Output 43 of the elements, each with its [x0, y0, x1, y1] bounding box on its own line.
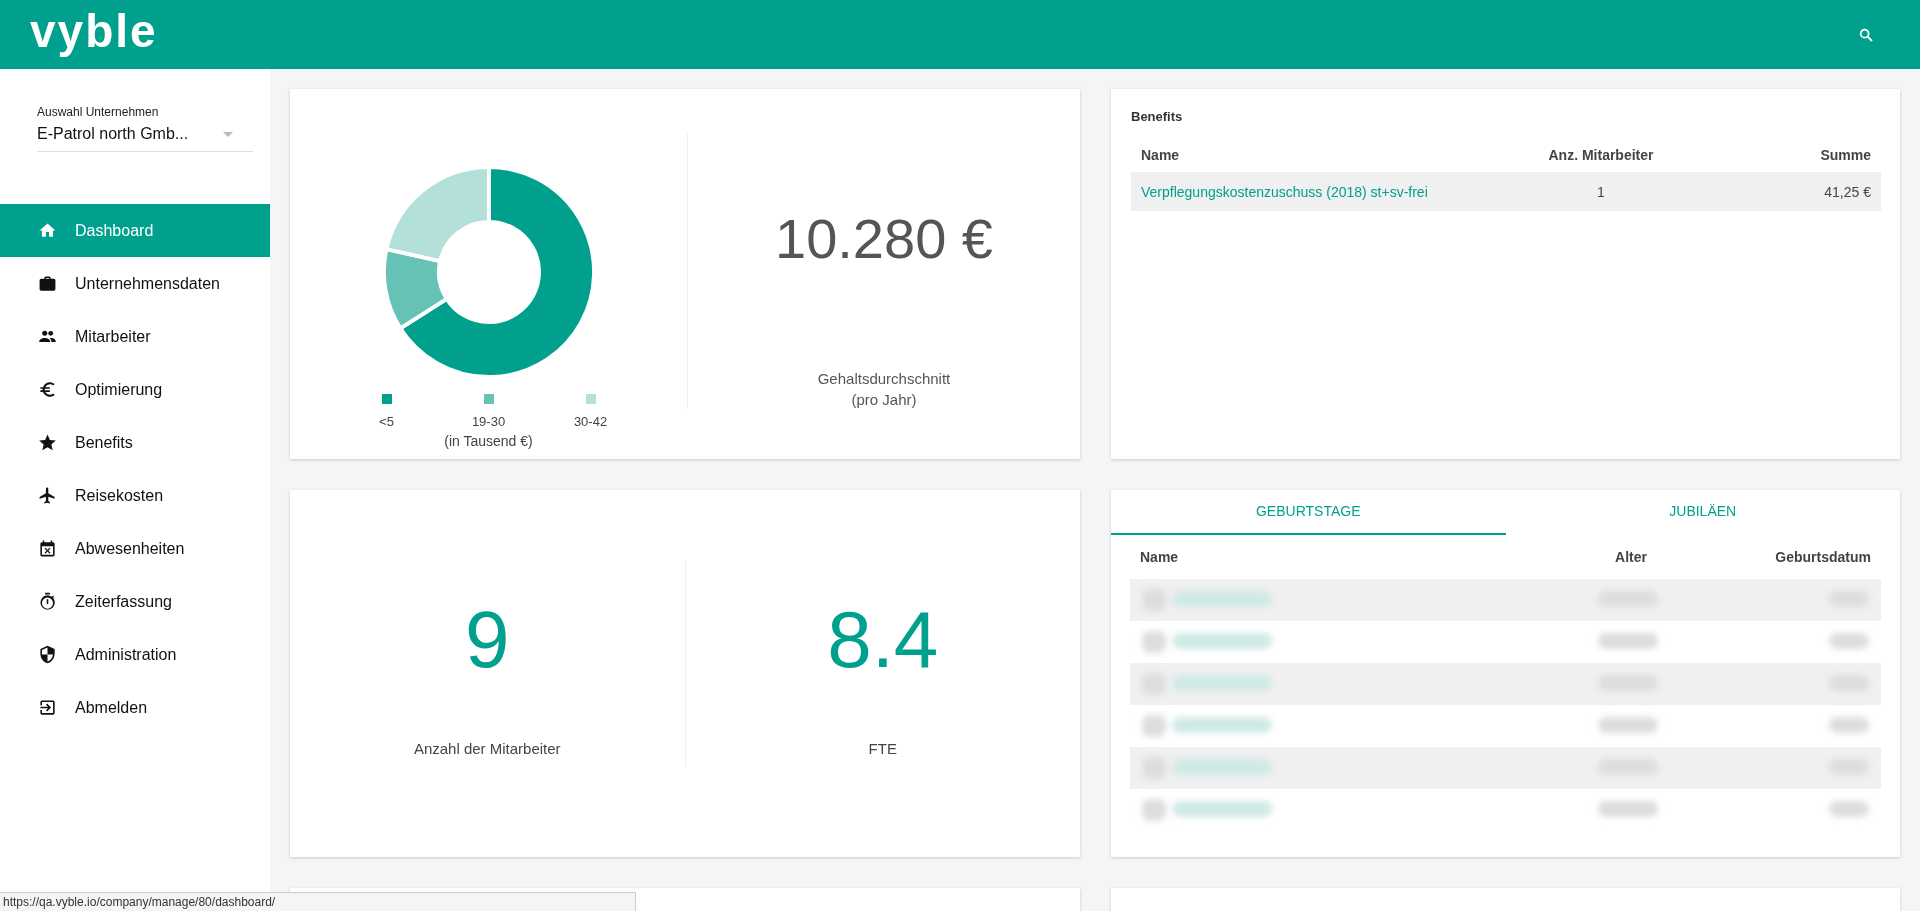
legend-label: 30-42	[573, 414, 608, 429]
status-url: https://qa.vyble.io/company/manage/80/dashboard/	[0, 892, 636, 911]
nav-item[interactable]: Reisekosten	[0, 469, 270, 522]
stat-label: Anzahl der Mitarbeiter	[413, 740, 561, 757]
star-icon	[38, 433, 57, 452]
nav-item[interactable]: Abwesenheiten	[0, 522, 270, 575]
column-header: Name	[1141, 147, 1181, 163]
nav-item[interactable]: Benefits	[0, 416, 270, 469]
nav-item[interactable]: Administration	[0, 628, 270, 681]
nav-item[interactable]: Abmelden	[0, 681, 270, 734]
nav-item[interactable]: Optimierung	[0, 363, 270, 416]
column-header: Alter	[1614, 549, 1648, 565]
caret-icon	[223, 131, 233, 137]
column-header: Name	[1140, 549, 1180, 565]
euro-icon	[38, 380, 57, 399]
company-select[interactable]: Auswahl Unternehmen E-Patrol north Gmb...	[37, 105, 253, 152]
nav-item[interactable]: Unternehmensdaten	[0, 257, 270, 310]
legend-caption: (in Tausend €)	[444, 433, 533, 449]
stat-value: 8.4	[827, 600, 939, 680]
table-cell-text: 1	[1596, 183, 1606, 200]
legend-label: 19-30	[471, 414, 506, 429]
table-cell-text: 41,25 €	[1823, 183, 1871, 200]
card-title: Benefits	[1131, 109, 1184, 124]
airplane-icon	[38, 486, 57, 505]
caption-text: (pro Jahr)	[850, 390, 918, 410]
table-row[interactable]: Verpflegungskostenzuschuss (2018) st+sv-frei 1 41,25 €	[1131, 172, 1881, 211]
briefcase-icon	[38, 274, 57, 293]
stat-value: 9	[465, 600, 510, 680]
salary-amount: 10.280 €	[775, 206, 993, 271]
legend-label: <5	[379, 414, 394, 429]
home-icon	[38, 221, 57, 240]
column-header: Summe	[1819, 147, 1871, 163]
logout-icon	[38, 698, 57, 717]
nav-item[interactable]: Zeiterfassung	[0, 575, 270, 628]
shield-icon	[38, 645, 57, 664]
column-header: Geburtsdatum	[1774, 549, 1871, 565]
search-icon[interactable]	[1858, 26, 1874, 43]
column-header: Anz. Mitarbeiter	[1547, 147, 1655, 163]
nav-item[interactable]: Mitarbeiter	[0, 310, 270, 363]
calendar-icon	[38, 539, 57, 558]
stopwatch-icon	[38, 592, 57, 611]
stat-label: FTE	[868, 740, 897, 757]
caption-text: Gehaltsdurchschnitt	[817, 369, 951, 389]
